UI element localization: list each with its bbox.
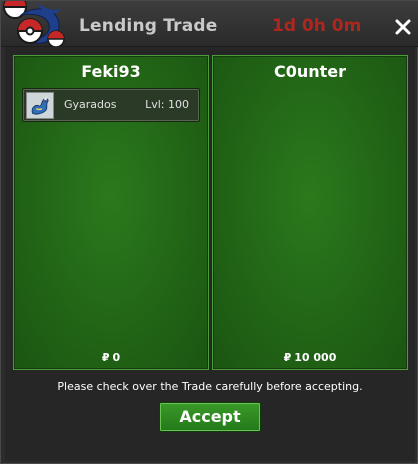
trade-content: Feki93 Gyarados Lvl: 100 ₽0 C0unter ₽10 … [5,47,415,461]
pokedollar-icon: ₽ [101,351,110,364]
trade-panel-left: Feki93 Gyarados Lvl: 100 ₽0 [13,55,209,370]
left-money-amount: 0 [112,351,121,364]
title-bar[interactable]: Lending Trade 1d 0h 0m [1,1,418,48]
trade-timer: 1d 0h 0m [272,16,362,36]
trade-notice: Please check over the Trade carefully be… [57,380,363,393]
lending-trade-window: Lending Trade 1d 0h 0m Feki93 Gyarados L… [0,0,418,464]
left-player-name: Feki93 [81,62,141,81]
pokeball-logo-icon [3,1,65,48]
item-level: Lvl: 100 [145,98,189,111]
item-name: Gyarados [64,98,117,111]
right-player-name: C0unter [273,62,347,81]
pokedollar-icon: ₽ [283,351,292,364]
trade-item-slot[interactable]: Gyarados Lvl: 100 [22,88,200,122]
window-title: Lending Trade [79,16,218,36]
trade-panel-right: C0unter ₽10 000 [212,55,408,370]
right-money: ₽10 000 [213,351,407,364]
close-icon[interactable] [393,17,413,37]
gyarados-sprite-icon [26,92,54,119]
right-money-amount: 10 000 [294,351,337,364]
accept-button[interactable]: Accept [159,402,261,432]
left-money: ₽0 [14,351,208,364]
